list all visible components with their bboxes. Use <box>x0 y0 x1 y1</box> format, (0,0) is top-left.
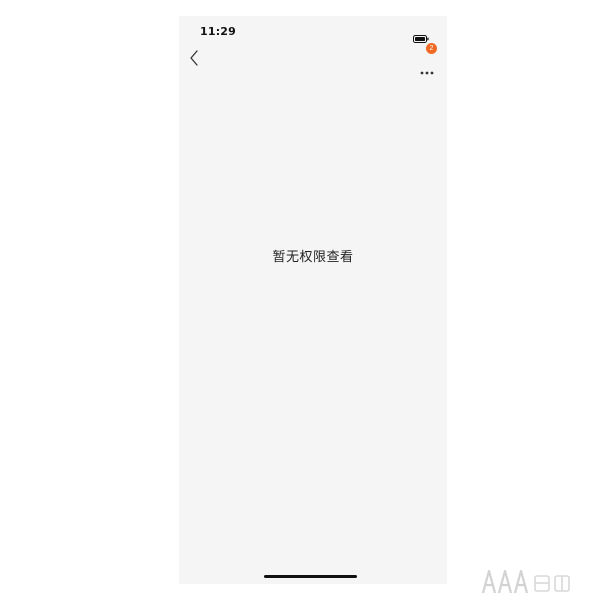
back-button[interactable] <box>185 50 203 70</box>
battery-icon <box>413 28 429 43</box>
more-dots-icon <box>420 60 434 75</box>
notification-badge: 2 <box>426 43 437 54</box>
screenshot-canvas: 11:29 2 暂无权限查看 <box>0 0 597 600</box>
more-options-button[interactable]: 2 <box>417 43 437 75</box>
phone-screen: 11:29 2 暂无权限查看 <box>179 16 447 584</box>
status-bar: 11:29 <box>179 16 447 50</box>
home-indicator[interactable] <box>264 575 357 578</box>
navigation-bar: 2 <box>179 43 447 75</box>
watermark-logo <box>481 566 591 596</box>
no-permission-message: 暂无权限查看 <box>272 250 354 265</box>
status-time: 11:29 <box>200 25 237 38</box>
chevron-left-icon <box>189 50 199 70</box>
